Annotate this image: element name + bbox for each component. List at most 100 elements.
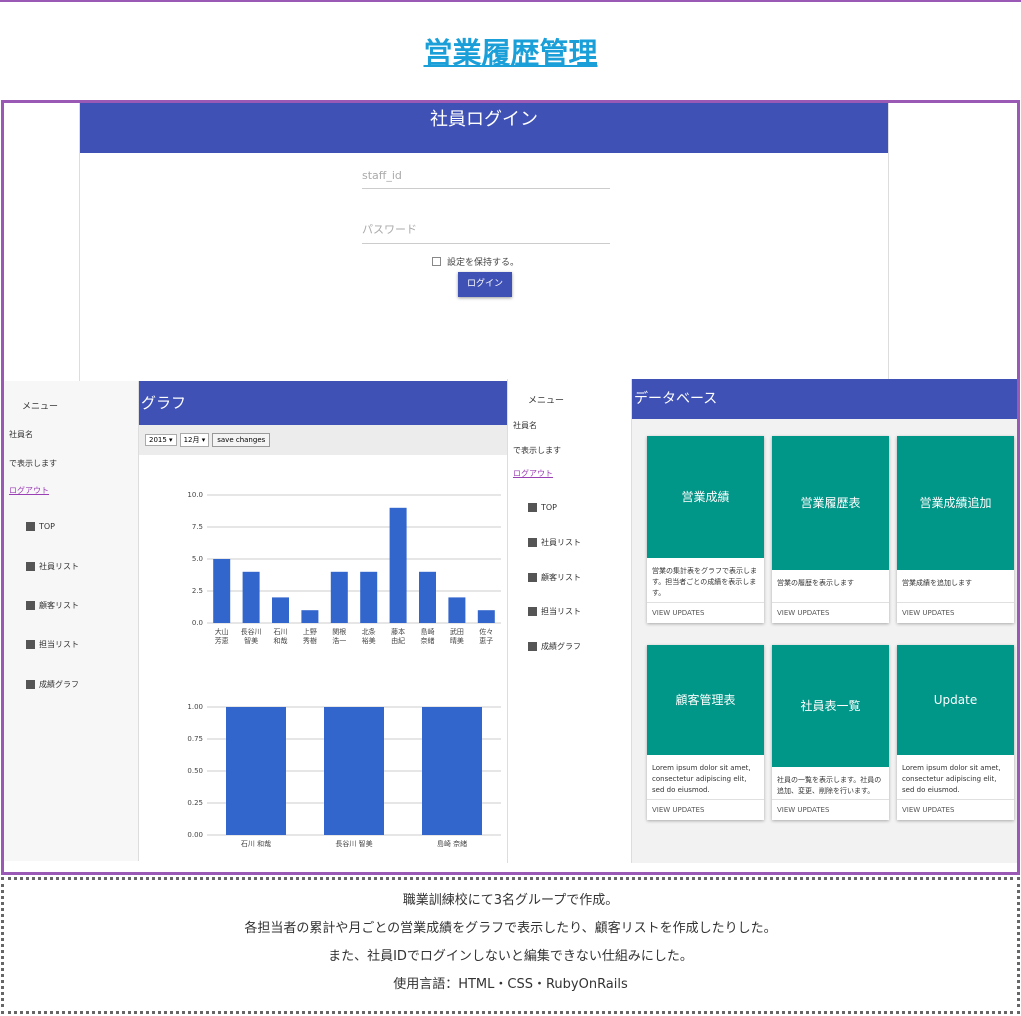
graph-side-menu: メニュー 社員名 で表示します ログアウト TOP 社員リスト 顧客リスト 担当… — [4, 381, 139, 861]
bar — [301, 610, 319, 623]
x-tick-label: 恵子 — [479, 636, 493, 645]
card-desc: 営業の集計表をグラフで表示します。担当者ごとの成績を表示します。 — [652, 567, 757, 597]
remember-label: 設定を保持する。 — [447, 258, 520, 268]
card-link[interactable]: VIEW UPDATES — [647, 602, 764, 623]
bar — [213, 559, 231, 623]
card-sales-history[interactable]: 営業履歴表 営業の履歴を表示します VIEW UPDATES — [772, 436, 889, 623]
bar — [324, 707, 384, 835]
project-description: 職業訓練校にて3名グループで作成。 各担当者の累計や月ごとの営業成績をグラフで表… — [1, 877, 1020, 1014]
sales-charts: 0.0 2.5 5.0 7.5 10.0 大山芳恵 長谷川智美 石川和哉 上野秀樹 関根浩一 北条裕… — [187, 491, 501, 848]
description-line: 職業訓練校にて3名グループで作成。 — [402, 893, 619, 908]
top-divider — [0, 0, 1021, 2]
card-title: 営業成績追加 — [897, 436, 1014, 570]
menu-item-top[interactable]: TOP — [26, 522, 55, 531]
menu-item-label: TOP — [39, 522, 56, 531]
menu-item-staff[interactable]: 社員リスト — [26, 561, 79, 572]
x-tick-label: 智美 — [244, 636, 258, 645]
card-title: 営業成績 — [647, 436, 764, 558]
menu-item-top[interactable]: TOP — [528, 503, 557, 512]
card-link[interactable]: VIEW UPDATES — [897, 799, 1014, 820]
x-tick-label: 島崎 — [421, 627, 435, 636]
card-desc: 営業の履歴を表示します — [777, 579, 854, 587]
logout-link[interactable]: ログアウト — [513, 468, 553, 479]
card-add-sales[interactable]: 営業成績追加 営業成績を追加します VIEW UPDATES — [897, 436, 1014, 623]
menu-item-label: 成績グラフ — [541, 642, 581, 651]
card-desc: 営業成績を追加します — [902, 579, 972, 587]
card-desc: Lorem ipsum dolor sit amet, consectetur … — [652, 764, 751, 794]
y-tick-label: 0.25 — [187, 799, 203, 807]
bank-icon — [528, 503, 537, 512]
x-tick-label: 島崎 奈緒 — [437, 839, 467, 848]
menu-item-label: 顧客リスト — [39, 601, 79, 610]
password-field[interactable]: パスワード — [362, 221, 610, 244]
card-link[interactable]: VIEW UPDATES — [647, 799, 764, 820]
x-tick-label: 藤本 — [391, 627, 405, 636]
building-icon — [528, 538, 537, 547]
bar — [422, 707, 482, 835]
x-tick-label: 裕美 — [362, 636, 376, 645]
x-tick-label: 由紀 — [391, 636, 405, 645]
x-tick-label: 大山 — [215, 627, 229, 636]
screenshot-frame: 社員ログイン staff_id パスワード 設定を保持する。 ログイン メニュー… — [1, 100, 1020, 875]
y-tick-label: 7.5 — [192, 523, 203, 531]
menu-item-customers[interactable]: 顧客リスト — [528, 572, 581, 583]
people-icon — [26, 640, 35, 649]
page-title[interactable]: 営業履歴管理 — [0, 30, 1021, 72]
x-tick-label: 芳恵 — [215, 636, 229, 645]
description-line: 使用言語：HTML・CSS・RubyOnRails — [393, 977, 628, 992]
year-select[interactable]: 2015 ▾ — [145, 434, 177, 446]
card-link[interactable]: VIEW UPDATES — [772, 602, 889, 623]
logout-link[interactable]: ログアウト — [9, 485, 49, 496]
x-tick-label: 秀樹 — [303, 636, 317, 645]
menu-item-label: TOP — [541, 503, 558, 512]
bar — [242, 571, 260, 623]
menu-item-chart[interactable]: 成績グラフ — [528, 641, 581, 652]
card-customer-management[interactable]: 顧客管理表 Lorem ipsum dolor sit amet, consec… — [647, 645, 764, 820]
menu-item-assignees[interactable]: 担当リスト — [528, 606, 581, 617]
description-line: また、社員IDでログインしないと編集できない仕組みにした。 — [328, 949, 693, 964]
x-tick-label: 北条 — [362, 627, 376, 636]
year-value: 2015 — [149, 436, 167, 444]
menu-title: メニュー — [22, 402, 59, 412]
card-sales-results[interactable]: 営業成績 営業の集計表をグラフで表示します。担当者ごとの成績を表示します。 VI… — [647, 436, 764, 623]
card-update[interactable]: Update Lorem ipsum dolor sit amet, conse… — [897, 645, 1014, 820]
x-tick-label: 奈緒 — [421, 636, 435, 645]
menu-item-customers[interactable]: 顧客リスト — [26, 600, 79, 611]
staff-id-field[interactable]: staff_id — [362, 169, 610, 189]
remember-checkbox[interactable] — [432, 257, 441, 266]
y-tick-label: 5.0 — [192, 555, 203, 563]
dashboard-screen: メニュー 社員名 で表示します ログアウト TOP 社員リスト 顧客リスト 担当… — [507, 379, 1017, 863]
dash-header: データベース — [632, 379, 1017, 419]
x-tick-label: 武田 — [450, 627, 464, 636]
remember-option[interactable]: 設定を保持する。 — [432, 255, 519, 268]
card-link[interactable]: VIEW UPDATES — [897, 602, 1014, 623]
card-link[interactable]: VIEW UPDATES — [772, 799, 889, 820]
dash-side-menu: メニュー 社員名 で表示します ログアウト TOP 社員リスト 顧客リスト 担当… — [507, 379, 632, 863]
login-button[interactable]: ログイン — [458, 272, 512, 297]
menu-item-chart[interactable]: 成績グラフ — [26, 679, 79, 690]
x-tick-label: 長谷川 智美 — [335, 839, 372, 848]
graph-toolbar: 2015 ▾ 12月 ▾ save changes — [139, 425, 507, 455]
card-staff-list[interactable]: 社員表一覧 社員の一覧を表示します。社員の追加、変更、削除を行います。 VIEW… — [772, 645, 889, 820]
y-tick-label: 0.00 — [187, 831, 203, 839]
login-status: で表示します — [513, 446, 561, 455]
graph-main: グラフ 2015 ▾ 12月 ▾ save changes 0.0 2.5 5.0 7… — [139, 381, 507, 861]
bar — [419, 571, 436, 623]
y-tick-label: 0.0 — [192, 619, 203, 627]
save-changes-button[interactable]: save changes — [212, 433, 271, 447]
menu-item-label: 担当リスト — [39, 640, 79, 649]
user-name: 社員名 — [513, 421, 537, 430]
menu-item-label: 社員リスト — [541, 538, 581, 547]
menu-item-assignees[interactable]: 担当リスト — [26, 639, 79, 650]
menu-item-staff[interactable]: 社員リスト — [528, 537, 581, 548]
card-title: 顧客管理表 — [647, 645, 764, 755]
x-tick-label: 石川 和哉 — [241, 839, 271, 848]
month-select[interactable]: 12月 ▾ — [179, 433, 210, 447]
card-title: 営業履歴表 — [772, 436, 889, 570]
bar — [448, 597, 466, 623]
card-desc: Lorem ipsum dolor sit amet, consectetur … — [902, 764, 1001, 794]
x-tick-label: 石川 — [274, 628, 288, 636]
bar — [226, 707, 286, 835]
bar — [360, 571, 378, 623]
x-tick-label: 和哉 — [274, 636, 288, 645]
